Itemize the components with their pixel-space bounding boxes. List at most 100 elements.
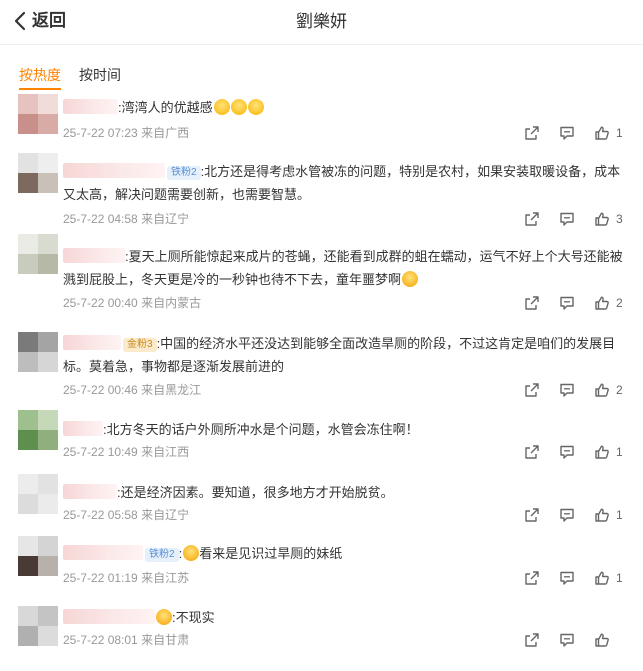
- comment-text: :北方冬天的话户外厕所冲水是个问题，水管会冻住啊！: [63, 418, 623, 441]
- comment-button[interactable]: [559, 295, 575, 311]
- comment-button[interactable]: [559, 125, 575, 141]
- share-icon: [525, 633, 539, 647]
- comment-text: :湾湾人的优越感: [63, 96, 623, 119]
- comment-item: :湾湾人的优越感 25-7-22 07:23 来自广西 1: [0, 92, 643, 152]
- tab-hot[interactable]: 按热度: [19, 65, 61, 85]
- username[interactable]: [63, 421, 103, 436]
- comment-button[interactable]: [559, 570, 575, 586]
- username[interactable]: [63, 248, 125, 263]
- share-button[interactable]: [524, 507, 540, 523]
- comment-item: :还是经济因素。要知道，很多地方才开始脱贫。 25-7-22 05:58 来自辽…: [0, 466, 643, 528]
- comment-text: :不现实: [63, 606, 623, 629]
- comment-button[interactable]: [559, 211, 575, 227]
- like-button[interactable]: [594, 632, 623, 648]
- comment-text: 铁粉2:北方还是得考虑水管被冻的问题，特别是农村，如果安装取暖设备，成本又太高，…: [63, 160, 623, 206]
- comment-time: 25-7-22 00:40: [63, 296, 138, 310]
- thumbs-up-icon: [595, 212, 609, 226]
- share-button[interactable]: [524, 211, 540, 227]
- share-icon: [525, 571, 539, 585]
- comment-location: 来自江西: [141, 445, 190, 459]
- fan-badge: 铁粉2: [145, 548, 179, 562]
- tab-time[interactable]: 按时间: [79, 65, 121, 85]
- like-button[interactable]: 3: [594, 211, 623, 227]
- share-button[interactable]: [524, 382, 540, 398]
- comment-button[interactable]: [559, 444, 575, 460]
- comment-actions: [505, 632, 623, 648]
- comment-meta: 25-7-22 00:46 来自黑龙江: [63, 382, 201, 398]
- smile-emoji-icon: [230, 99, 247, 115]
- comment-item: 铁粉2: 看来是见识过旱厕的妹纸 25-7-22 01:19 来自江苏 1: [0, 528, 643, 594]
- comment-location: 来自内蒙古: [141, 296, 202, 310]
- like-count: 2: [616, 383, 623, 397]
- sort-tabs: 按热度 按时间: [19, 65, 121, 85]
- share-icon: [525, 383, 539, 397]
- share-button[interactable]: [524, 125, 540, 141]
- comment-item: :夏天上厕所能惊起来成片的苍蝇，还能看到成群的蛆在蠕动，运气不好上个大号还能被溅…: [0, 232, 643, 320]
- comment-button[interactable]: [559, 632, 575, 648]
- like-button[interactable]: 2: [594, 382, 623, 398]
- fan-badge: 金粉3: [123, 338, 157, 352]
- like-button[interactable]: 1: [594, 444, 623, 460]
- share-icon: [525, 126, 539, 140]
- like-button[interactable]: 1: [594, 507, 623, 523]
- like-button[interactable]: 1: [594, 570, 623, 586]
- like-count: 2: [616, 296, 623, 310]
- share-button[interactable]: [524, 570, 540, 586]
- comment-location: 来自黑龙江: [141, 383, 202, 397]
- like-count: 1: [616, 508, 623, 522]
- username[interactable]: [63, 484, 117, 499]
- thumbs-up-icon: [595, 633, 609, 647]
- comment-time: 25-7-22 04:58: [63, 212, 138, 226]
- comment-icon: [560, 126, 574, 140]
- avatar[interactable]: [18, 94, 58, 134]
- comment-body: :北方冬天的话户外厕所冲水是个问题，水管会冻住啊！: [103, 422, 419, 437]
- thumbs-up-icon: [595, 508, 609, 522]
- share-button[interactable]: [524, 295, 540, 311]
- like-count: 1: [616, 126, 623, 140]
- avatar[interactable]: [18, 606, 58, 646]
- thumbs-up-icon: [595, 126, 609, 140]
- comment-icon: [560, 633, 574, 647]
- avatar[interactable]: [18, 153, 58, 193]
- comment-button[interactable]: [559, 382, 575, 398]
- comment-meta: 25-7-22 10:49 来自江西: [63, 444, 189, 460]
- avatar[interactable]: [18, 536, 58, 576]
- username[interactable]: [63, 99, 118, 114]
- thumbs-up-icon: [595, 383, 609, 397]
- comment-text: 金粉3:中国的经济水平还没达到能够全面改造旱厕的阶段，不过这肯定是咱们的发展目标…: [63, 332, 623, 378]
- comment-item: 金粉3:中国的经济水平还没达到能够全面改造旱厕的阶段，不过这肯定是咱们的发展目标…: [0, 320, 643, 404]
- comment-actions: 3: [505, 211, 623, 227]
- comment-location: 来自江苏: [141, 571, 190, 585]
- username[interactable]: [63, 163, 165, 178]
- thumbs-up-icon: [595, 445, 609, 459]
- username[interactable]: [63, 609, 155, 624]
- comment-colon: :: [178, 546, 183, 561]
- like-button[interactable]: 2: [594, 295, 623, 311]
- comment-location: 来自甘肃: [141, 633, 190, 647]
- comment-meta: 25-7-22 00:40 来自内蒙古: [63, 295, 201, 311]
- comment-location: 来自广西: [141, 126, 190, 140]
- like-button[interactable]: 1: [594, 125, 623, 141]
- avatar[interactable]: [18, 234, 58, 274]
- comment-text: :夏天上厕所能惊起来成片的苍蝇，还能看到成群的蛆在蠕动，运气不好上个大号还能被溅…: [63, 245, 623, 291]
- username[interactable]: [63, 545, 143, 560]
- username[interactable]: [63, 335, 121, 350]
- share-icon: [525, 296, 539, 310]
- thumbs-up-icon: [595, 571, 609, 585]
- comment-icon: [560, 212, 574, 226]
- comment-button[interactable]: [559, 507, 575, 523]
- comment-actions: 2: [505, 382, 623, 398]
- comment-icon: [560, 383, 574, 397]
- avatar[interactable]: [18, 410, 58, 450]
- thumbs-up-icon: [595, 296, 609, 310]
- comment-meta: 25-7-22 08:01 来自甘肃: [63, 632, 189, 648]
- comment-meta: 25-7-22 04:58 来自辽宁: [63, 211, 189, 227]
- avatar[interactable]: [18, 332, 58, 372]
- like-count: 3: [616, 212, 623, 226]
- share-button[interactable]: [524, 632, 540, 648]
- comment-time: 25-7-22 08:01: [63, 633, 138, 647]
- smile-emoji-icon: [213, 99, 230, 115]
- comment-item: :北方冬天的话户外厕所冲水是个问题，水管会冻住啊！ 25-7-22 10:49 …: [0, 404, 643, 466]
- avatar[interactable]: [18, 474, 58, 514]
- share-button[interactable]: [524, 444, 540, 460]
